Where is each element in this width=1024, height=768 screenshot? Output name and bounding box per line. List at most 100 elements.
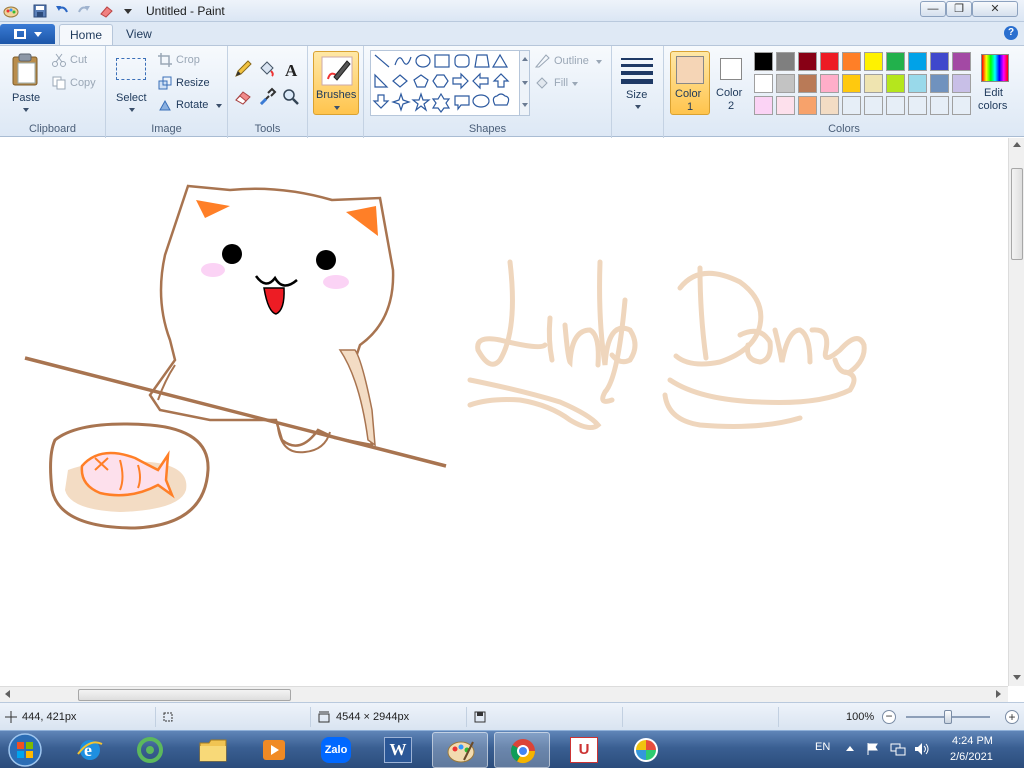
cut-button[interactable]: Cut [52, 52, 102, 70]
taskbar-photo-app[interactable] [618, 732, 674, 768]
color-swatch[interactable] [798, 52, 817, 71]
paint-menu-button[interactable] [0, 24, 55, 44]
clock-date[interactable]: 2/6/2021 [950, 751, 993, 763]
taskbar-chrome[interactable] [494, 732, 550, 768]
title-bar: Untitled - Paint — ❐ ✕ [0, 0, 1024, 22]
zoom-out-button[interactable]: − [882, 710, 896, 724]
restore-button[interactable]: ❐ [946, 1, 972, 17]
outline-button[interactable]: Outline [534, 53, 606, 71]
tab-home[interactable]: Home [59, 24, 114, 45]
paint-app-icon[interactable] [3, 3, 19, 19]
color-swatch[interactable] [842, 74, 861, 93]
redo-icon[interactable] [76, 3, 92, 19]
scroll-left-icon[interactable] [5, 690, 10, 698]
color-picker-icon[interactable] [257, 87, 277, 107]
taskbar-file-explorer[interactable] [184, 732, 240, 768]
color-swatch[interactable] [754, 52, 773, 71]
color-swatch[interactable] [842, 52, 861, 71]
taskbar-paint[interactable] [432, 732, 488, 768]
canvas-drawing [24, 184, 867, 530]
color-swatch[interactable] [820, 52, 839, 71]
copy-button[interactable]: Copy [52, 75, 102, 93]
scroll-up-icon[interactable] [1013, 142, 1021, 147]
color-swatch[interactable] [798, 96, 817, 115]
crop-button[interactable]: Crop [158, 52, 222, 70]
select-label: Select [116, 92, 147, 104]
color-swatch[interactable] [842, 96, 861, 115]
brushes-button[interactable]: Brushes [313, 51, 359, 115]
color-swatch[interactable] [864, 74, 883, 93]
color1-button[interactable]: Color 1 [670, 51, 710, 115]
save-icon[interactable] [32, 3, 48, 19]
action-center-flag-icon[interactable] [866, 742, 880, 756]
select-button[interactable]: Select [112, 50, 152, 114]
color-swatch[interactable] [952, 74, 971, 93]
color-swatch[interactable] [754, 96, 773, 115]
color-swatch[interactable] [908, 52, 927, 71]
vertical-scroll-thumb[interactable] [1011, 168, 1023, 260]
color-swatch[interactable] [776, 96, 795, 115]
rotate-button[interactable]: Rotate [158, 97, 222, 115]
size-button[interactable]: Size [616, 51, 660, 115]
color-swatch[interactable] [908, 74, 927, 93]
taskbar-zalo[interactable]: Zalo [308, 732, 364, 768]
tab-view[interactable]: View [116, 24, 162, 45]
shapes-scrollbar[interactable] [520, 50, 530, 116]
zoom-slider[interactable] [906, 710, 990, 724]
zoom-in-button[interactable]: + [1005, 710, 1019, 724]
show-hidden-icons-icon[interactable] [846, 746, 854, 751]
fill-bucket-icon[interactable] [257, 59, 277, 79]
clock-time[interactable]: 4:24 PM [952, 735, 993, 747]
color-swatch[interactable] [886, 96, 905, 115]
edit-colors-button[interactable]: Edit colors [976, 51, 1018, 115]
color-swatch[interactable] [820, 74, 839, 93]
volume-icon[interactable] [914, 742, 930, 756]
scroll-right-icon[interactable] [996, 690, 1001, 698]
taskbar-word[interactable]: W [370, 732, 426, 768]
color-swatch[interactable] [952, 96, 971, 115]
color-swatch[interactable] [798, 74, 817, 93]
color-swatch[interactable] [864, 96, 883, 115]
taskbar-coccoc[interactable] [122, 732, 178, 768]
horizontal-scrollbar[interactable] [0, 686, 1008, 702]
network-icon[interactable] [890, 742, 906, 756]
taskbar-media-player[interactable] [246, 732, 302, 768]
color-swatch[interactable] [886, 52, 905, 71]
color-swatch[interactable] [886, 74, 905, 93]
start-button[interactable] [6, 732, 44, 768]
color-swatch[interactable] [908, 96, 927, 115]
color-swatch[interactable] [952, 52, 971, 71]
paste-button[interactable]: Paste [6, 50, 46, 114]
pencil-icon[interactable] [233, 59, 253, 79]
horizontal-scroll-thumb[interactable] [78, 689, 291, 701]
eraser-icon[interactable] [233, 87, 253, 107]
color-swatch[interactable] [820, 96, 839, 115]
color-swatch[interactable] [776, 52, 795, 71]
help-icon[interactable]: ? [1004, 26, 1018, 40]
color-swatch[interactable] [930, 74, 949, 93]
text-icon[interactable]: A [281, 59, 301, 79]
magnifier-icon[interactable] [281, 87, 301, 107]
taskbar-internet-explorer[interactable]: e [62, 732, 118, 768]
taskbar-unikey[interactable]: U [556, 732, 612, 768]
eraser-quick-icon[interactable] [98, 3, 114, 19]
chevron-down-icon [34, 32, 42, 37]
close-button[interactable]: ✕ [972, 1, 1018, 17]
color-swatch[interactable] [754, 74, 773, 93]
color2-button[interactable]: Color 2 [714, 51, 750, 115]
chevron-down-icon [596, 60, 602, 64]
color-swatch[interactable] [864, 52, 883, 71]
color-swatch[interactable] [776, 74, 795, 93]
scroll-down-icon[interactable] [1013, 675, 1021, 680]
fill-button[interactable]: Fill [534, 75, 606, 93]
drawing-canvas[interactable] [0, 138, 1008, 686]
vertical-scrollbar[interactable] [1008, 138, 1024, 686]
language-indicator[interactable]: EN [815, 741, 830, 753]
resize-button[interactable]: Resize [158, 75, 222, 93]
undo-icon[interactable] [54, 3, 70, 19]
minimize-button[interactable]: — [920, 1, 946, 17]
color-swatch[interactable] [930, 96, 949, 115]
customize-qat-chevron-down-icon[interactable] [120, 3, 136, 19]
color-swatch[interactable] [930, 52, 949, 71]
zoom-slider-thumb[interactable] [944, 710, 952, 724]
